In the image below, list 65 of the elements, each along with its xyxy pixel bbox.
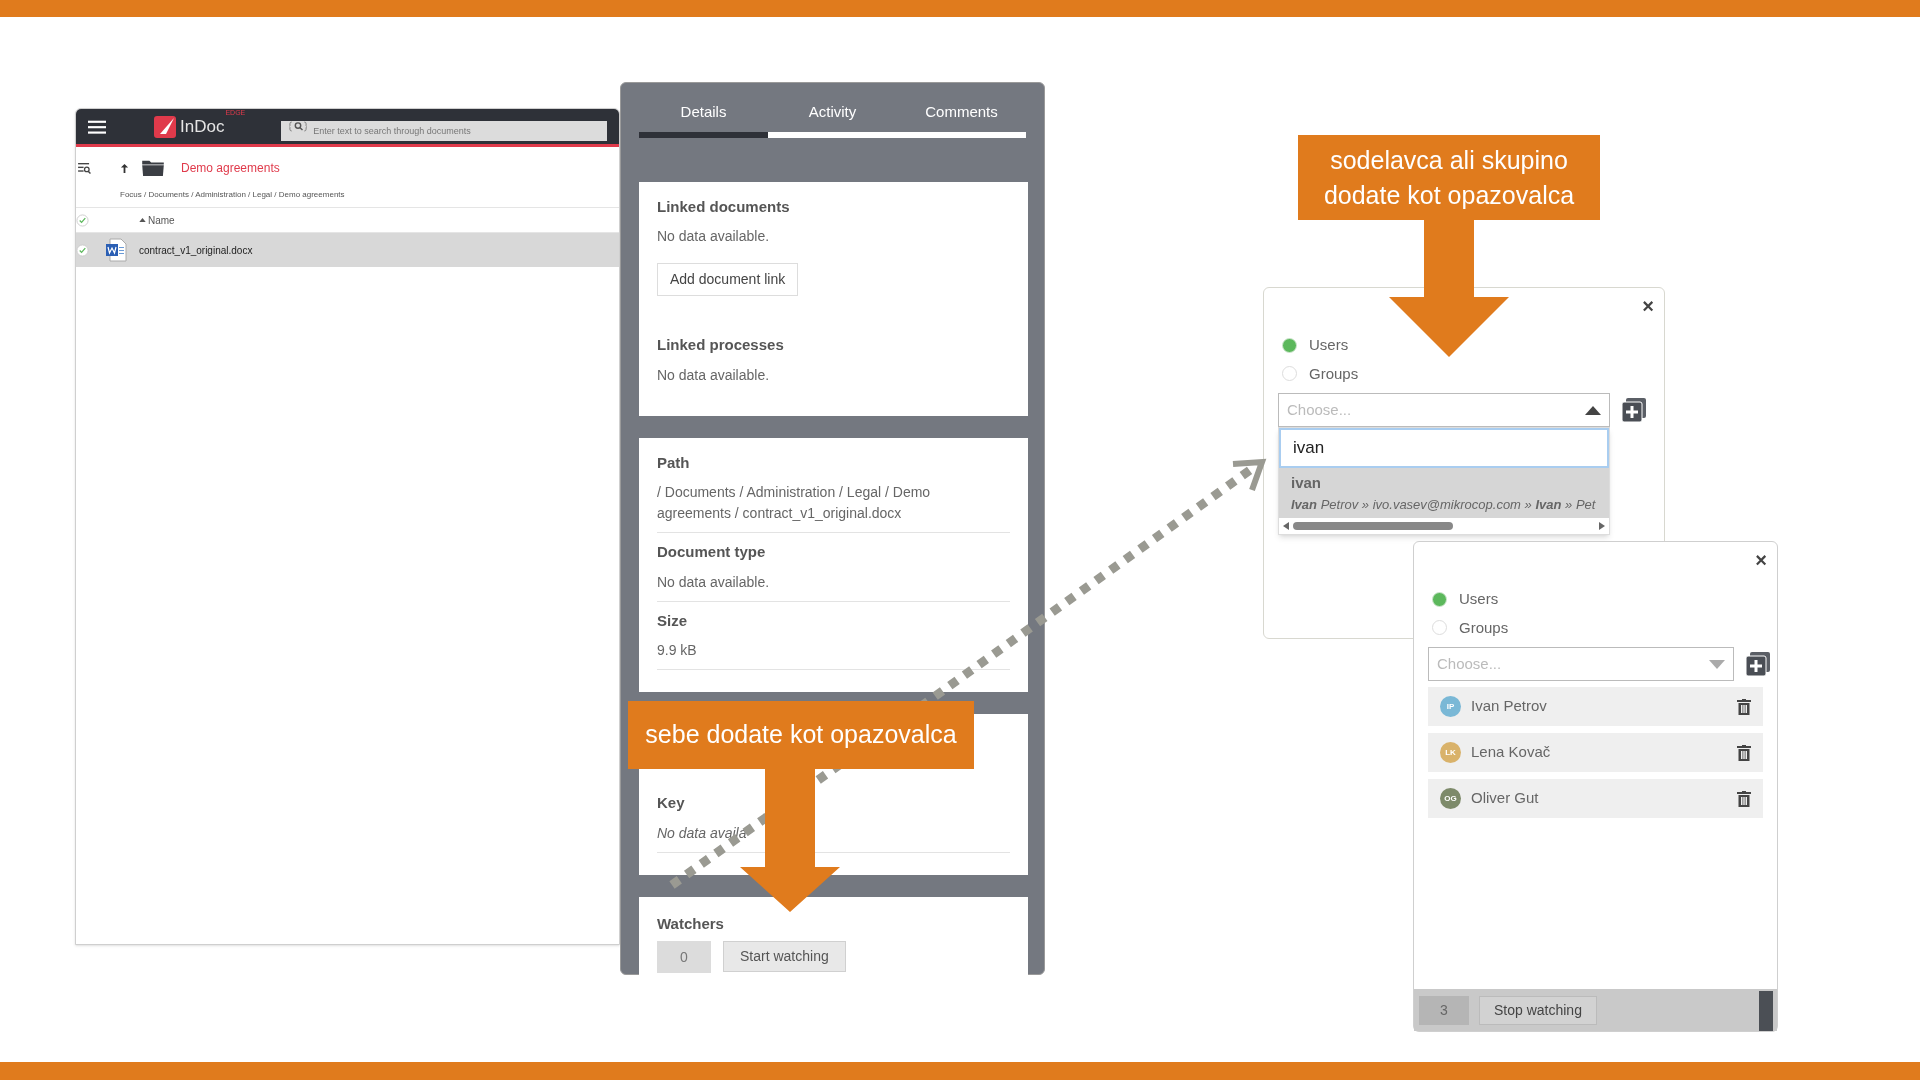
scroll-right-icon[interactable]	[1599, 522, 1605, 530]
watcher-count: 0	[657, 941, 711, 973]
avatar: LK	[1440, 742, 1461, 763]
section-value: / Documents / Administration / Legal / Demo agreements / contract_v1_original.docx	[657, 483, 932, 523]
callout-label: sebe dodate kot opazovalca	[628, 701, 974, 769]
callout-label: sodelavca ali skupino dodate kot opazovalca	[1298, 135, 1600, 220]
add-icon[interactable]	[1746, 652, 1770, 676]
caret-icon	[1709, 659, 1725, 669]
section-title: Linked documents	[657, 196, 791, 217]
folder-icon	[141, 159, 165, 177]
radio-option[interactable]: Users	[1432, 588, 1777, 611]
section-value: No data availa	[657, 823, 748, 843]
section-value: 9.9 kB	[657, 641, 698, 660]
select-all-checkbox[interactable]	[76, 213, 89, 227]
word-file-icon	[105, 238, 127, 262]
folder-title: Demo agreements	[181, 160, 280, 177]
search-field[interactable]: Enter text to search through documents	[281, 120, 607, 141]
radio-option[interactable]: Groups	[1282, 362, 1664, 385]
start-watching-button[interactable]: Start watching	[723, 941, 846, 972]
section-value: No data available.	[657, 365, 771, 385]
up-arrow-icon[interactable]	[120, 162, 129, 174]
close-button[interactable]: ×	[1755, 550, 1767, 570]
section-title: Path	[657, 452, 691, 473]
watcher-name: Lena Kovač	[1471, 742, 1552, 763]
scroll-left-icon[interactable]	[1283, 522, 1289, 530]
result-title: ivan	[1291, 473, 1322, 493]
filter-search-icon[interactable]	[77, 163, 91, 174]
trash-icon[interactable]	[1737, 744, 1751, 761]
stop-watching-button[interactable]: Stop watching	[1479, 995, 1597, 1025]
search-input[interactable]: ivan	[1279, 428, 1609, 468]
tab[interactable]: Comments	[897, 97, 1026, 138]
watcher-count: 3	[1419, 995, 1469, 1025]
search-icon	[289, 120, 308, 132]
row-checkbox[interactable]	[76, 243, 89, 257]
radio-option[interactable]: Groups	[1432, 616, 1777, 639]
add-link-button[interactable]: Add document link	[657, 263, 799, 296]
file-name: contract_v1_original.docx	[139, 243, 253, 258]
section-title: Document type	[657, 542, 767, 562]
section-title: Watchers	[657, 913, 725, 934]
breadcrumb[interactable]: Focus / Documents / Administration / Legal / Demo agreements	[120, 189, 345, 201]
watcher-name: Ivan Petrov	[1471, 696, 1548, 717]
radio-option[interactable]: Users	[1282, 334, 1664, 357]
add-icon[interactable]	[1622, 398, 1646, 422]
section-value: No data available.	[657, 227, 771, 246]
search-result[interactable]: ivan Ivan Petrov » ivo.vasev@mikrocop.com » Ivan » Pet	[1279, 468, 1609, 518]
file-row[interactable]: contract_v1_original.docx	[76, 233, 619, 267]
close-button[interactable]: ×	[1642, 296, 1654, 316]
section-title: Key	[657, 793, 686, 813]
menu-icon[interactable]	[88, 118, 106, 135]
sort-icon	[139, 218, 146, 222]
scrollbar-thumb	[1759, 991, 1773, 1031]
section-title: Size	[657, 610, 688, 631]
logo-icon	[154, 115, 176, 138]
section-title: Linked processes	[657, 335, 785, 355]
tab[interactable]: Details	[639, 97, 768, 138]
caret-icon	[1585, 405, 1601, 415]
avatar: IP	[1440, 696, 1461, 717]
avatar: OG	[1440, 788, 1461, 809]
tab[interactable]: Activity	[768, 97, 897, 138]
result-detail: Ivan Petrov » ivo.vasev@mikrocop.com » Ivan » Pet	[1291, 495, 1597, 514]
column-header[interactable]: Name	[139, 212, 175, 228]
watcher-name: Oliver Gut	[1471, 788, 1540, 809]
section-value: No data available.	[657, 572, 771, 592]
trash-icon[interactable]	[1737, 790, 1751, 807]
trash-icon[interactable]	[1737, 698, 1751, 715]
